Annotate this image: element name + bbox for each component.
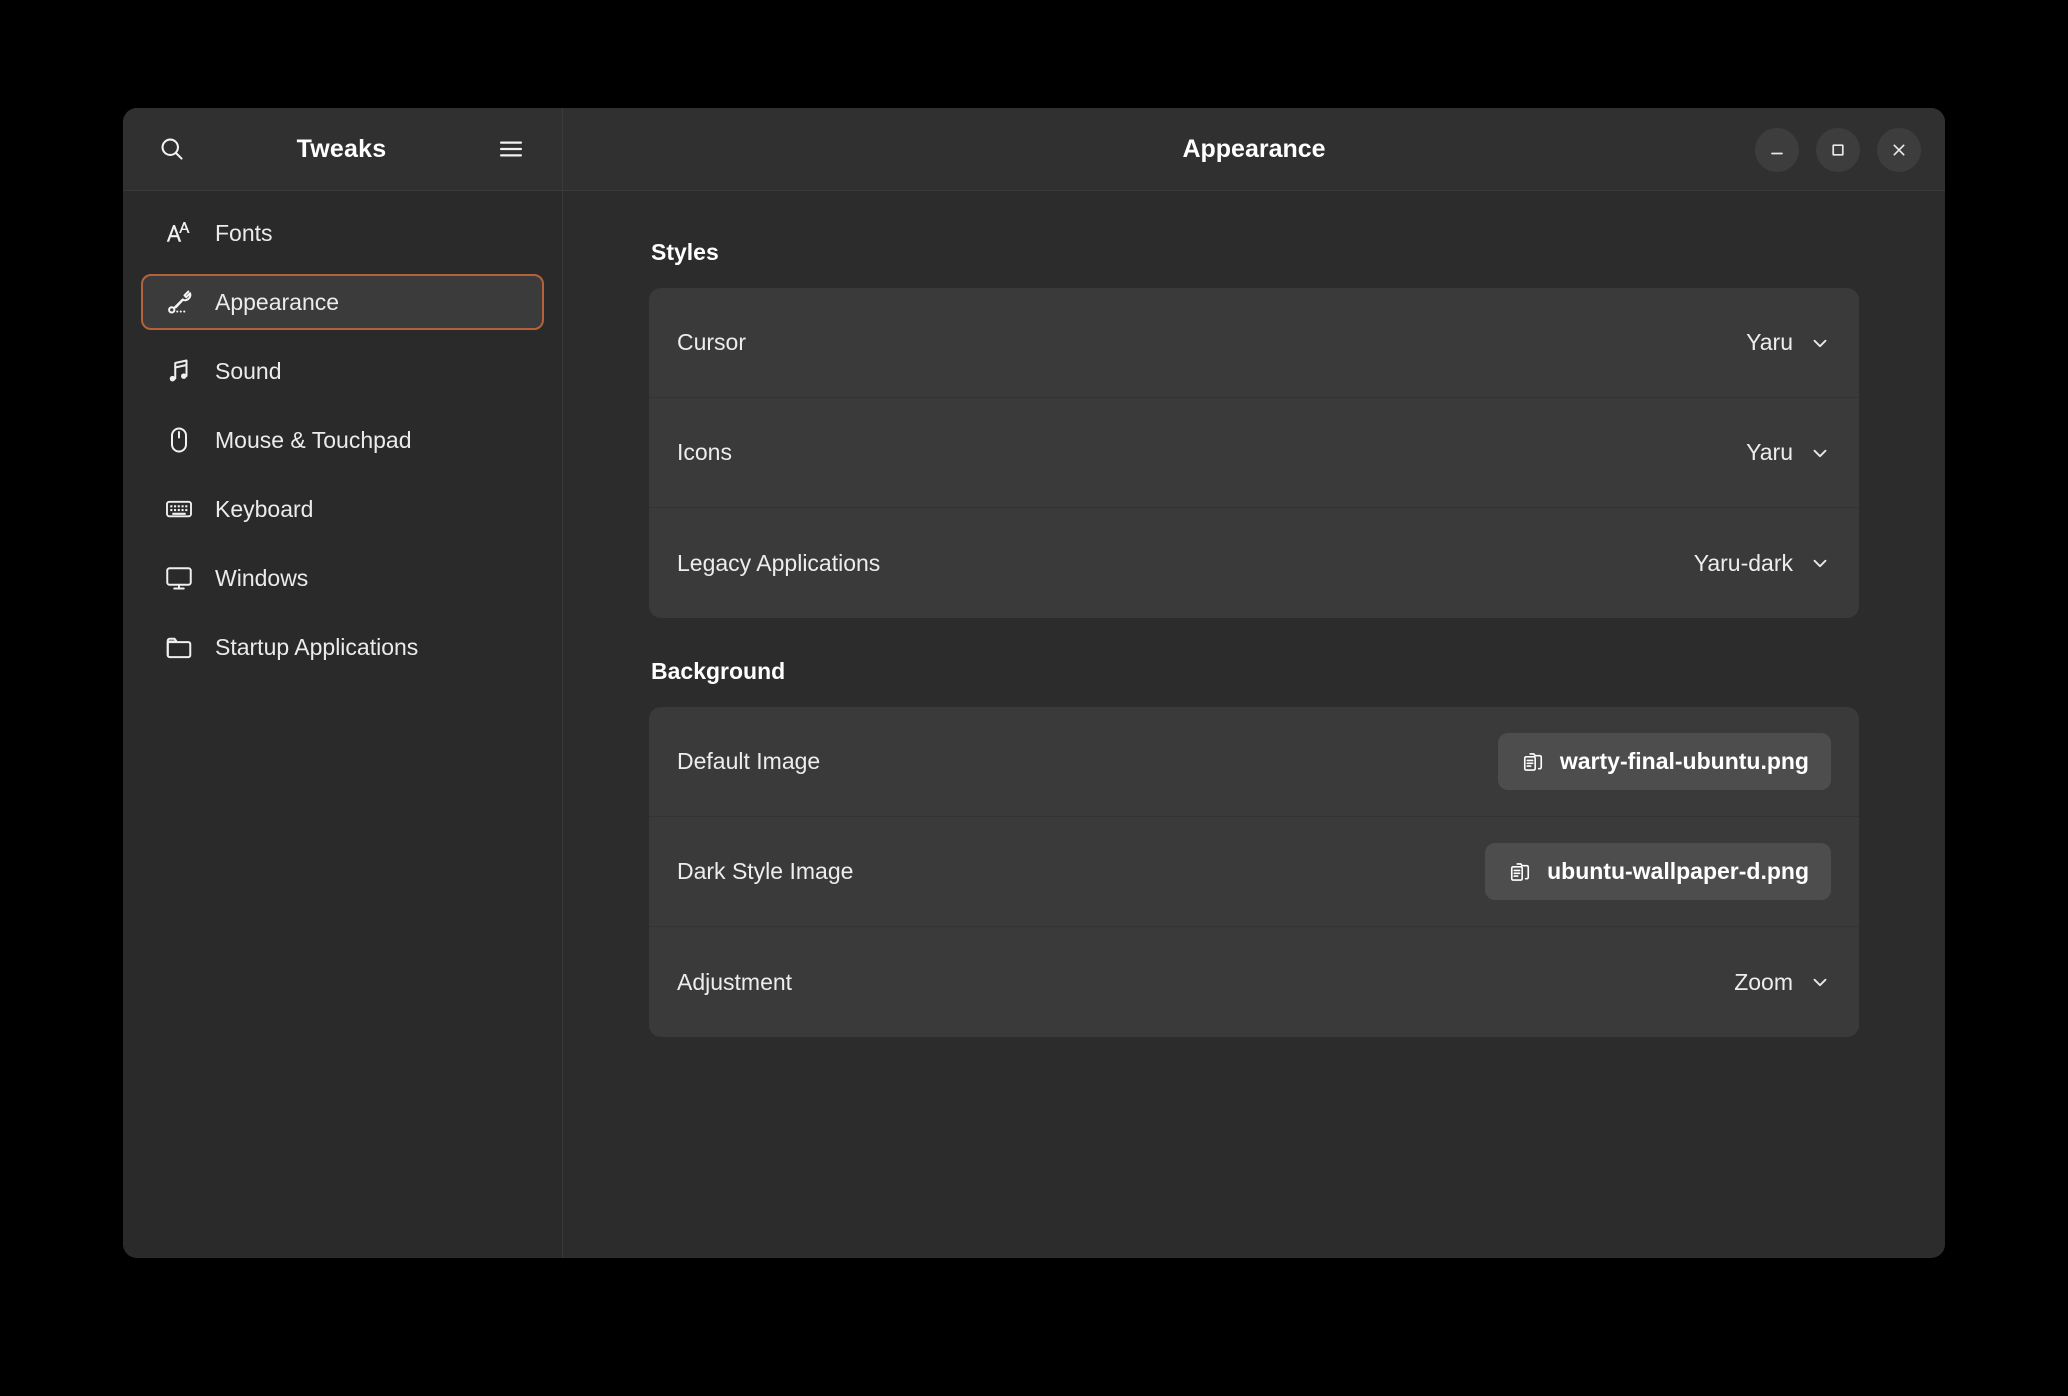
tweaks-window: Tweaks Fonts Appearance Sound Mouse & To… [123,108,1945,1258]
wrench-icon [163,286,195,318]
dropdown-value: Yaru [1746,329,1793,355]
sidebar: Tweaks Fonts Appearance Sound Mouse & To… [123,108,563,1258]
sidebar-item-label: Sound [215,357,282,384]
dropdown-value: Zoom [1734,968,1793,995]
dark-style-image-file-button[interactable]: ubuntu-wallpaper-d.png [1485,843,1831,900]
page-title: Appearance [1182,134,1326,163]
window-controls [1755,108,1921,191]
dropdown-value: Yaru [1746,439,1793,465]
fonts-icon [163,217,195,249]
maximize-icon [1829,141,1847,159]
keyboard-icon [163,493,195,525]
row-dark-style-image: Dark Style Image ubuntu-wallpaper-d.png [649,817,1859,927]
document-folder-icon [1507,859,1533,885]
row-legacy-applications: Legacy Applications Yaru-dark [649,508,1859,618]
sidebar-item-sound[interactable]: Sound [141,343,544,399]
sidebar-item-label: Windows [215,564,309,591]
row-default-image: Default Image warty-final-ubuntu.png [649,707,1859,817]
folder-icon [163,631,195,663]
close-button[interactable] [1877,127,1921,172]
chevron-down-icon [1809,552,1831,574]
mouse-icon [163,424,195,456]
file-name: warty-final-ubuntu.png [1559,748,1809,774]
close-icon [1890,141,1908,159]
sidebar-nav-list: Fonts Appearance Sound Mouse & Touchpad … [123,191,562,686]
icons-dropdown[interactable]: Yaru [1746,439,1831,466]
main-headerbar: Appearance [563,108,1945,191]
minimize-icon [1768,141,1786,159]
sidebar-item-keyboard[interactable]: Keyboard [141,481,544,537]
sidebar-item-appearance[interactable]: Appearance [141,274,544,330]
chevron-down-icon [1809,332,1831,354]
search-icon [158,135,186,163]
dropdown-value: Yaru-dark [1693,549,1793,576]
music-note-icon [163,355,195,387]
row-label: Dark Style Image [677,858,854,884]
desktop-background: Tweaks Fonts Appearance Sound Mouse & To… [0,0,2068,1396]
chevron-down-icon [1809,442,1831,464]
default-image-file-button[interactable]: warty-final-ubuntu.png [1497,733,1831,790]
row-cursor: Cursor Yaru [649,288,1859,398]
sidebar-item-label: Fonts [215,219,273,246]
settings-scroll-area: Styles Cursor Yaru Icons Yaru Legacy App… [563,191,1945,1258]
sidebar-item-label: Keyboard [215,495,314,522]
section-title-background: Background [651,658,786,684]
maximize-button[interactable] [1816,127,1860,172]
row-label: Adjustment [677,968,793,995]
row-label: Legacy Applications [677,549,881,576]
hamburger-menu-icon [497,135,525,163]
sidebar-item-label: Mouse & Touchpad [215,426,412,453]
adjustment-dropdown[interactable]: Zoom [1734,969,1831,996]
row-icons: Icons Yaru [649,398,1859,508]
legacy-applications-dropdown[interactable]: Yaru-dark [1694,550,1831,577]
background-card: Default Image warty-final-ubuntu.png Dar… [649,707,1859,1037]
row-label: Cursor [677,329,747,355]
document-folder-icon [1520,749,1546,775]
styles-card: Cursor Yaru Icons Yaru Legacy Applicatio… [649,288,1859,618]
sidebar-headerbar: Tweaks [123,108,562,191]
minimize-button[interactable] [1755,127,1799,172]
sidebar-item-startup-applications[interactable]: Startup Applications [141,619,544,675]
sidebar-item-mouse-touchpad[interactable]: Mouse & Touchpad [141,412,544,468]
row-label: Default Image [677,748,821,774]
section-title-styles: Styles [651,239,719,265]
main-content: Appearance Styles Cursor Yaru Icons Yaru… [563,108,1945,1258]
sidebar-item-fonts[interactable]: Fonts [141,205,544,261]
file-name: ubuntu-wallpaper-d.png [1547,858,1809,884]
main-menu-button[interactable] [488,126,534,172]
sidebar-item-label: Startup Applications [215,633,419,660]
cursor-dropdown[interactable]: Yaru [1746,329,1831,356]
row-adjustment: Adjustment Zoom [649,927,1859,1037]
sidebar-item-label: Appearance [215,288,340,315]
row-label: Icons [677,439,732,465]
monitor-icon [163,562,195,594]
app-title: Tweaks [296,134,387,163]
sidebar-item-windows[interactable]: Windows [141,550,544,606]
search-button[interactable] [149,126,195,172]
chevron-down-icon [1809,971,1831,993]
